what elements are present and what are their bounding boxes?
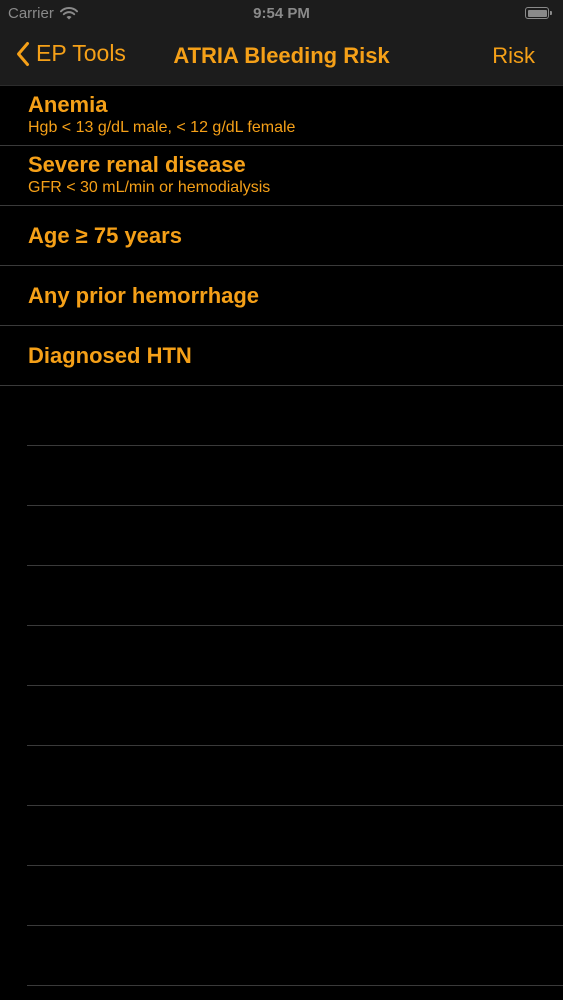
empty-row-separator (0, 446, 563, 506)
empty-row-separator (0, 926, 563, 986)
criteria-list: Anemia Hgb < 13 g/dL male, < 12 g/dL fem… (0, 86, 563, 986)
empty-row-separator (0, 386, 563, 446)
status-time: 9:54 PM (253, 5, 310, 22)
criterion-title: Age ≥ 75 years (28, 223, 182, 248)
battery-icon (525, 7, 552, 19)
status-bar: Carrier 9:54 PM (0, 0, 563, 28)
empty-row-separator (0, 806, 563, 866)
criterion-subtitle: GFR < 30 mL/min or hemodialysis (28, 179, 271, 196)
criterion-subtitle: Hgb < 13 g/dL male, < 12 g/dL female (28, 119, 296, 136)
empty-row-separator (0, 566, 563, 626)
criterion-title: Any prior hemorrhage (28, 283, 260, 308)
page-title: ATRIA Bleeding Risk (173, 43, 390, 68)
criterion-title: Diagnosed HTN (28, 343, 192, 368)
empty-row-separator (0, 686, 563, 746)
risk-button[interactable]: Risk (492, 43, 535, 69)
empty-row-separator (0, 866, 563, 926)
criterion-title: Anemia (28, 92, 108, 117)
criterion-row-anemia[interactable]: Anemia Hgb < 13 g/dL male, < 12 g/dL fem… (0, 86, 563, 146)
criterion-row-htn[interactable]: Diagnosed HTN (0, 326, 563, 386)
criterion-title: Severe renal disease (28, 152, 246, 177)
empty-row-separator (0, 746, 563, 806)
criterion-row-renal[interactable]: Severe renal disease GFR < 30 mL/min or … (0, 146, 563, 206)
criterion-row-hemorrhage[interactable]: Any prior hemorrhage (0, 266, 563, 326)
navigation-bar: EP Tools ATRIA Bleeding Risk Risk (0, 28, 563, 86)
criterion-row-age[interactable]: Age ≥ 75 years (0, 206, 563, 266)
empty-row-separator (0, 506, 563, 566)
empty-row-separator (0, 626, 563, 686)
